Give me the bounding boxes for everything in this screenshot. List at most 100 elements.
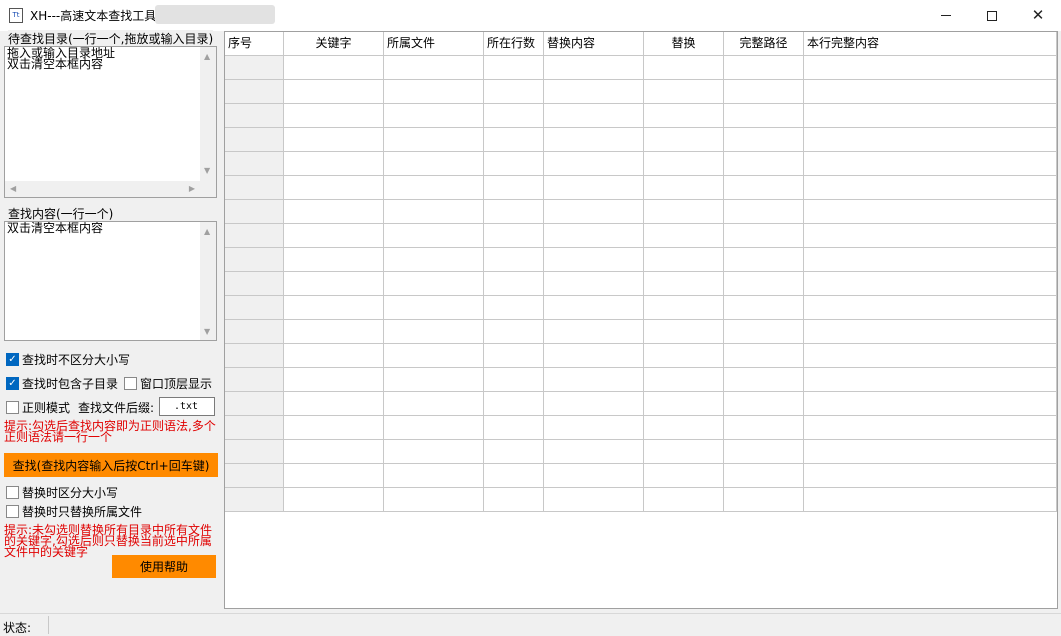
table-cell[interactable] <box>724 200 804 224</box>
table-cell[interactable] <box>724 464 804 488</box>
table-cell[interactable] <box>724 56 804 80</box>
table-cell[interactable] <box>284 200 384 224</box>
table-cell[interactable] <box>804 464 1057 488</box>
table-cell[interactable] <box>544 104 644 128</box>
table-cell[interactable] <box>644 416 724 440</box>
row-index-cell[interactable] <box>225 320 284 344</box>
row-index-cell[interactable] <box>225 104 284 128</box>
table-cell[interactable] <box>644 80 724 104</box>
table-cell[interactable] <box>484 248 544 272</box>
table-cell[interactable] <box>484 320 544 344</box>
table-cell[interactable] <box>384 344 484 368</box>
table-cell[interactable] <box>384 368 484 392</box>
table-cell[interactable] <box>484 296 544 320</box>
table-cell[interactable] <box>804 320 1057 344</box>
table-cell[interactable] <box>644 464 724 488</box>
table-cell[interactable] <box>544 488 644 512</box>
table-cell[interactable] <box>384 392 484 416</box>
table-cell[interactable] <box>644 392 724 416</box>
table-row[interactable] <box>225 152 1057 176</box>
table-cell[interactable] <box>544 344 644 368</box>
table-cell[interactable] <box>804 416 1057 440</box>
table-cell[interactable] <box>544 176 644 200</box>
table-cell[interactable] <box>384 80 484 104</box>
table-cell[interactable] <box>724 80 804 104</box>
table-cell[interactable] <box>804 368 1057 392</box>
table-cell[interactable] <box>804 248 1057 272</box>
table-cell[interactable] <box>544 464 644 488</box>
table-cell[interactable] <box>724 248 804 272</box>
table-cell[interactable] <box>724 440 804 464</box>
table-cell[interactable] <box>644 176 724 200</box>
table-cell[interactable] <box>384 440 484 464</box>
grid-column-header[interactable]: 替换 <box>644 32 724 56</box>
table-cell[interactable] <box>724 368 804 392</box>
table-cell[interactable] <box>804 488 1057 512</box>
table-cell[interactable] <box>284 128 384 152</box>
help-button[interactable]: 使用帮助 <box>112 555 216 578</box>
table-cell[interactable] <box>724 224 804 248</box>
table-cell[interactable] <box>724 152 804 176</box>
table-cell[interactable] <box>384 104 484 128</box>
table-cell[interactable] <box>284 416 384 440</box>
table-row[interactable] <box>225 344 1057 368</box>
table-cell[interactable] <box>644 200 724 224</box>
grid-column-header[interactable]: 所在行数 <box>484 32 544 56</box>
table-row[interactable] <box>225 128 1057 152</box>
table-row[interactable] <box>225 224 1057 248</box>
scroll-down-icon[interactable]: ▼ <box>204 328 210 336</box>
table-cell[interactable] <box>384 224 484 248</box>
table-cell[interactable] <box>384 56 484 80</box>
table-cell[interactable] <box>284 368 384 392</box>
table-cell[interactable] <box>384 488 484 512</box>
table-cell[interactable] <box>284 176 384 200</box>
table-row[interactable] <box>225 488 1057 512</box>
table-cell[interactable] <box>544 416 644 440</box>
grid-column-header[interactable]: 所属文件 <box>384 32 484 56</box>
table-cell[interactable] <box>644 368 724 392</box>
scroll-right-icon[interactable]: ▶ <box>189 185 195 193</box>
row-index-cell[interactable] <box>225 368 284 392</box>
content-input-memo[interactable]: 双击清空本框内容 ▲ ▼ <box>4 221 217 341</box>
table-cell[interactable] <box>804 80 1057 104</box>
table-cell[interactable] <box>484 128 544 152</box>
replace-only-selected-checkbox[interactable]: 替换时只替换所属文件 <box>6 503 142 520</box>
table-cell[interactable] <box>544 368 644 392</box>
table-cell[interactable] <box>284 224 384 248</box>
table-cell[interactable] <box>644 104 724 128</box>
table-cell[interactable] <box>284 272 384 296</box>
row-index-cell[interactable] <box>225 272 284 296</box>
replace-case-checkbox[interactable]: 替换时区分大小写 <box>6 484 118 501</box>
suffix-input[interactable]: .txt <box>159 397 215 416</box>
table-cell[interactable] <box>284 248 384 272</box>
scroll-left-icon[interactable]: ◀ <box>10 185 16 193</box>
table-cell[interactable] <box>384 272 484 296</box>
table-cell[interactable] <box>384 464 484 488</box>
table-row[interactable] <box>225 80 1057 104</box>
table-row[interactable] <box>225 296 1057 320</box>
regex-checkbox[interactable]: 正则模式 <box>6 399 70 416</box>
table-cell[interactable] <box>724 296 804 320</box>
table-cell[interactable] <box>544 272 644 296</box>
row-index-cell[interactable] <box>225 248 284 272</box>
table-cell[interactable] <box>724 344 804 368</box>
results-grid[interactable]: 序号 关键字 所属文件 所在行数 替换内容 替换 完整路径 本行完整内容 <box>224 31 1058 609</box>
table-row[interactable] <box>225 464 1057 488</box>
topmost-checkbox[interactable]: 窗口顶层显示 <box>124 375 212 392</box>
table-cell[interactable] <box>384 416 484 440</box>
table-cell[interactable] <box>644 224 724 248</box>
table-cell[interactable] <box>484 176 544 200</box>
table-cell[interactable] <box>484 416 544 440</box>
grid-column-header[interactable]: 本行完整内容 <box>804 32 1057 56</box>
table-cell[interactable] <box>644 248 724 272</box>
table-cell[interactable] <box>284 80 384 104</box>
table-cell[interactable] <box>544 440 644 464</box>
table-cell[interactable] <box>484 272 544 296</box>
table-cell[interactable] <box>804 200 1057 224</box>
row-index-cell[interactable] <box>225 152 284 176</box>
table-cell[interactable] <box>484 464 544 488</box>
table-row[interactable] <box>225 56 1057 80</box>
table-cell[interactable] <box>644 128 724 152</box>
table-cell[interactable] <box>644 296 724 320</box>
table-cell[interactable] <box>544 128 644 152</box>
